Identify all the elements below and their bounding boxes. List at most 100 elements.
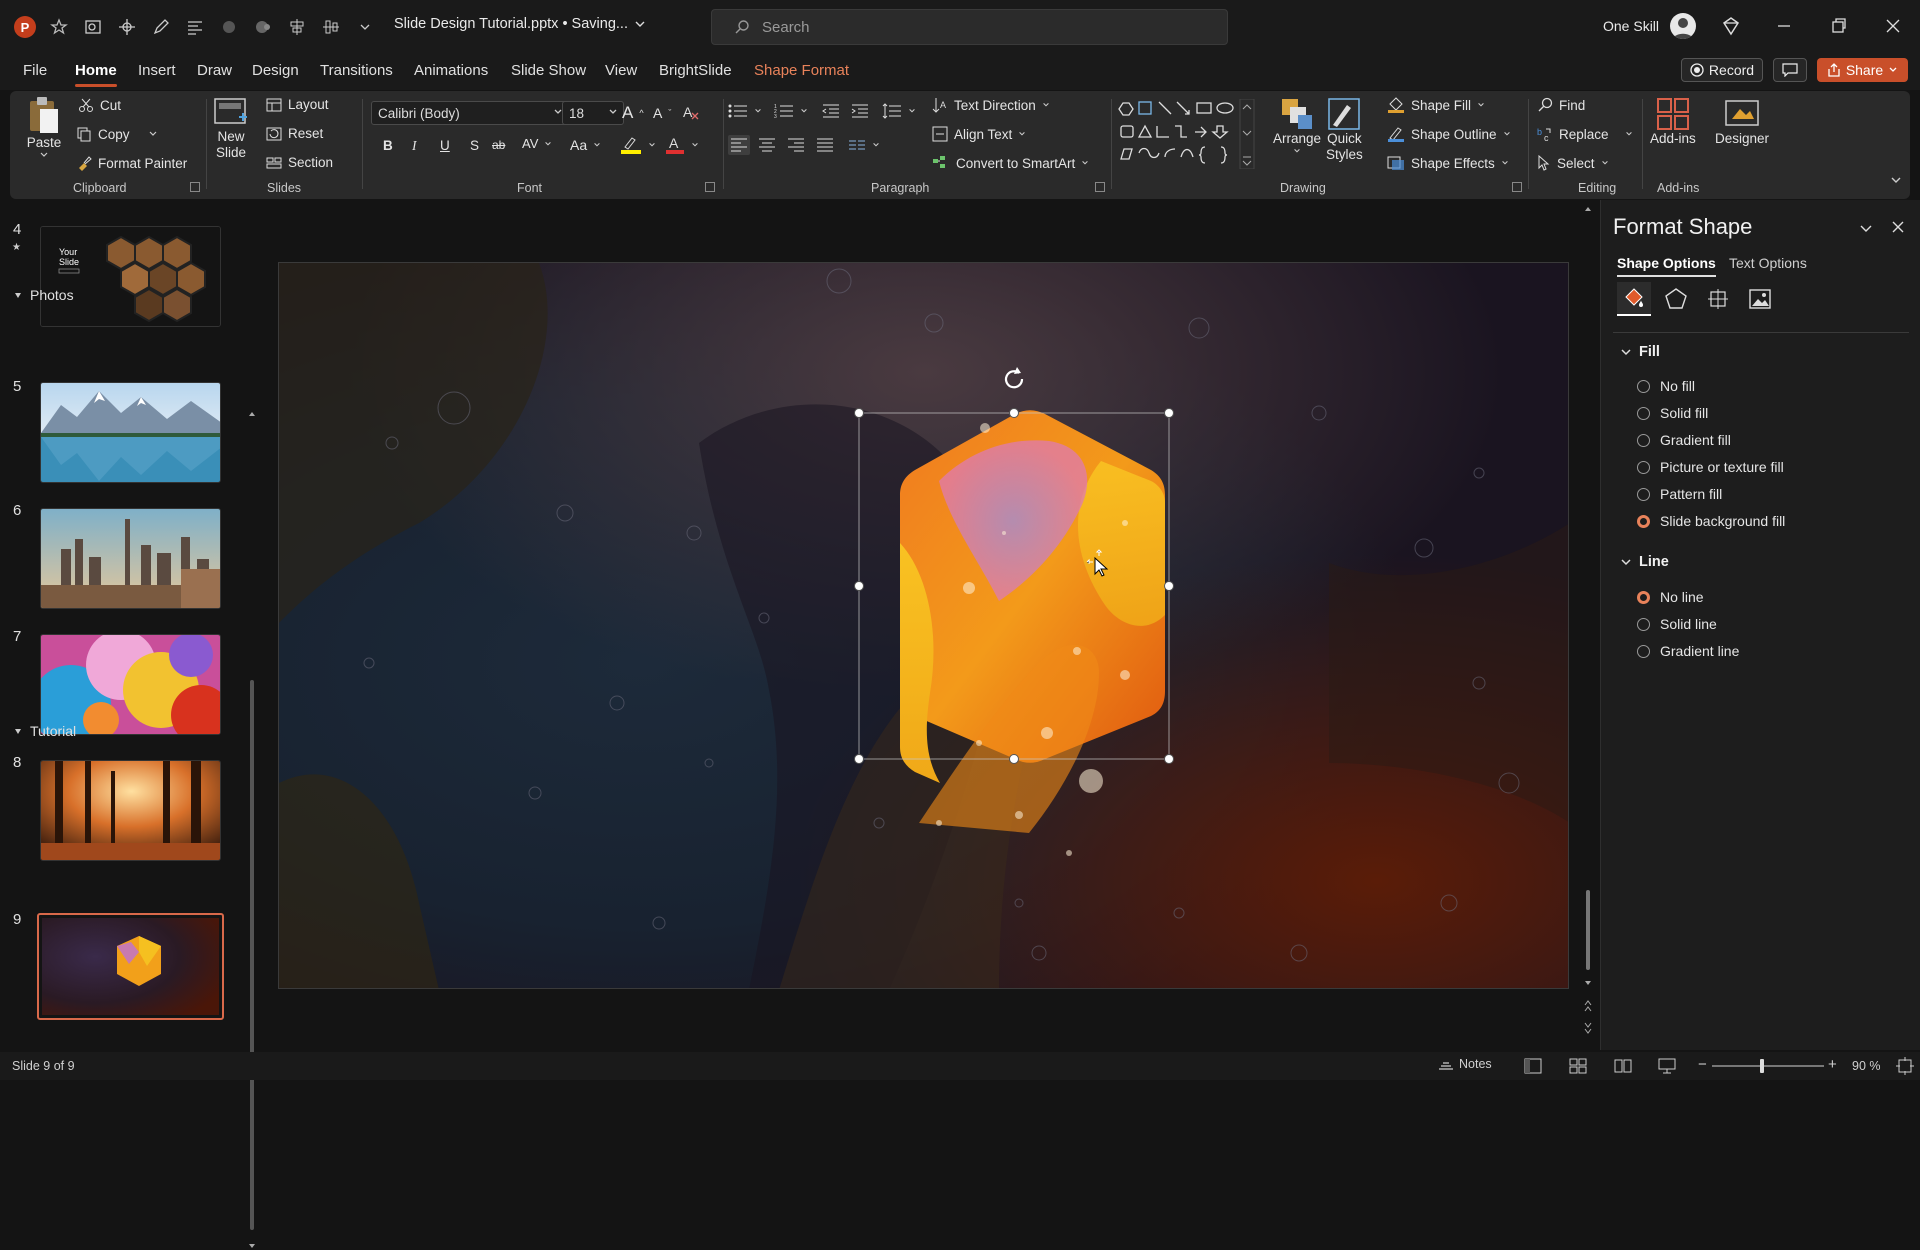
pane-options-chevron-icon[interactable] [1859, 224, 1873, 234]
record-button[interactable]: Record [1681, 58, 1763, 82]
comments-button[interactable] [1773, 58, 1807, 82]
zoom-out-icon[interactable]: − [1698, 1056, 1707, 1073]
font-launcher-icon[interactable] [705, 182, 715, 192]
reset-button[interactable]: Reset [266, 126, 323, 141]
slide-sorter-icon[interactable] [1569, 1058, 1587, 1074]
slide-thumbnail-7[interactable] [40, 634, 221, 735]
slide-show-icon[interactable] [1658, 1058, 1676, 1074]
tab-brightslide[interactable]: BrightSlide [659, 62, 732, 79]
underline-button[interactable]: U [440, 138, 450, 153]
customize-toolbar-chevron-icon[interactable] [354, 16, 376, 38]
tab-transitions[interactable]: Transitions [320, 62, 393, 79]
clipboard-launcher-icon[interactable] [190, 182, 200, 192]
arrange-button[interactable]: Arrange [1273, 97, 1321, 155]
slide-thumbnail-8[interactable] [40, 760, 221, 861]
paragraph-launcher-icon[interactable] [1095, 182, 1105, 192]
zoom-slider[interactable] [1712, 1059, 1824, 1073]
character-spacing-button[interactable]: AV [522, 136, 552, 151]
diamond-premium-icon[interactable] [1720, 15, 1742, 37]
reading-view-icon[interactable] [1614, 1058, 1632, 1074]
restore-icon[interactable] [1831, 15, 1847, 37]
star-icon[interactable] [48, 16, 70, 38]
add-ins-button[interactable]: Add-ins [1650, 97, 1696, 147]
document-title[interactable]: Slide Design Tutorial.pptx • Saving... [394, 16, 646, 32]
shape-fill-button[interactable]: Shape Fill [1387, 97, 1485, 113]
radio-solid-line[interactable]: Solid line [1637, 616, 1717, 632]
effects-tab[interactable] [1659, 282, 1693, 316]
tab-slide-show[interactable]: Slide Show [511, 62, 586, 79]
close-pane-icon[interactable] [1891, 220, 1905, 234]
radio-gradient-fill[interactable]: Gradient fill [1637, 432, 1731, 448]
bullets-button[interactable] [728, 103, 762, 119]
account-name[interactable]: One Skill [1603, 18, 1659, 34]
slide-thumbnail-4[interactable]: Your Slide [40, 226, 221, 327]
change-case-button[interactable]: Aa [570, 137, 601, 153]
font-size-select[interactable]: 18 [562, 101, 624, 125]
text-shadow-button[interactable]: S [470, 138, 479, 153]
radio-picture-texture-fill[interactable]: Picture or texture fill [1637, 459, 1784, 475]
find-button[interactable]: Find [1537, 97, 1585, 113]
align-middle-icon[interactable] [320, 16, 342, 38]
line-spacing-button[interactable] [882, 103, 916, 119]
radio-no-fill[interactable]: No fill [1637, 378, 1695, 394]
zoom-in-icon[interactable]: + [1828, 1056, 1837, 1073]
align-left-button[interactable] [728, 135, 750, 155]
tab-view[interactable]: View [605, 62, 637, 79]
close-window-icon[interactable] [1885, 15, 1901, 37]
draw-pen-icon[interactable] [150, 16, 172, 38]
slide-thumbnail-5[interactable] [40, 382, 221, 483]
radio-gradient-line[interactable]: Gradient line [1637, 643, 1739, 659]
fit-slide-icon[interactable] [1896, 1057, 1914, 1075]
slide-thumbnail-9-selected[interactable] [37, 913, 224, 1020]
shape-combine-icon[interactable] [252, 16, 274, 38]
tab-shape-options[interactable]: Shape Options [1617, 255, 1716, 277]
canvas-scrollbar[interactable] [1584, 205, 1592, 1035]
drawing-launcher-icon[interactable] [1512, 182, 1522, 192]
normal-view-icon[interactable] [1524, 1058, 1542, 1074]
text-direction-button[interactable]: A Text Direction [932, 97, 1050, 113]
share-button[interactable]: Share [1817, 58, 1908, 82]
bold-button[interactable]: B [383, 138, 393, 153]
notes-button[interactable]: Notes [1438, 1057, 1492, 1071]
tab-shape-format[interactable]: Shape Format [754, 62, 849, 79]
new-slide-button[interactable]: New Slide [213, 95, 249, 161]
paste-button[interactable]: Paste [26, 95, 62, 159]
shrink-font-button[interactable]: Aˇ [653, 105, 671, 121]
grow-font-button[interactable]: A ^ [622, 103, 644, 123]
radio-slide-background-fill[interactable]: Slide background fill [1637, 513, 1785, 529]
font-color-button[interactable]: A [665, 135, 699, 155]
minimize-icon[interactable] [1776, 15, 1792, 37]
tab-design[interactable]: Design [252, 62, 299, 79]
align-icon[interactable] [184, 16, 206, 38]
screenshot-icon[interactable] [82, 16, 104, 38]
section-tutorial[interactable]: Tutorial [14, 723, 76, 739]
fill-section-header[interactable]: Fill [1621, 344, 1660, 360]
fill-line-tab[interactable] [1617, 282, 1651, 316]
picture-tab[interactable] [1743, 282, 1777, 316]
copy-button[interactable]: Copy [76, 126, 158, 142]
zoom-slider-thumb[interactable] [1760, 1059, 1764, 1073]
designer-button[interactable]: Designer [1715, 97, 1769, 147]
current-slide[interactable] [278, 262, 1569, 989]
align-center-button[interactable] [758, 137, 776, 153]
tab-draw[interactable]: Draw [197, 62, 232, 79]
highlight-color-button[interactable] [620, 135, 656, 155]
numbering-button[interactable]: 123 [774, 103, 808, 119]
radio-no-line[interactable]: No line [1637, 589, 1704, 605]
radio-pattern-fill[interactable]: Pattern fill [1637, 486, 1722, 502]
thumbnails-scrollbar[interactable] [248, 410, 256, 1250]
columns-button[interactable] [848, 137, 880, 153]
tab-animations[interactable]: Animations [414, 62, 488, 79]
tab-insert[interactable]: Insert [138, 62, 176, 79]
justify-button[interactable] [816, 137, 834, 153]
avatar[interactable] [1670, 13, 1696, 39]
decrease-indent-button[interactable] [822, 103, 840, 119]
record-circle-icon[interactable] [218, 16, 240, 38]
tab-text-options[interactable]: Text Options [1729, 255, 1807, 271]
italic-button[interactable]: I [412, 138, 417, 154]
align-right-button[interactable] [787, 137, 805, 153]
size-properties-tab[interactable] [1701, 282, 1735, 316]
section-photos[interactable]: Photos [14, 287, 74, 303]
font-family-select[interactable]: Calibri (Body) [371, 101, 569, 125]
line-section-header[interactable]: Line [1621, 554, 1669, 570]
